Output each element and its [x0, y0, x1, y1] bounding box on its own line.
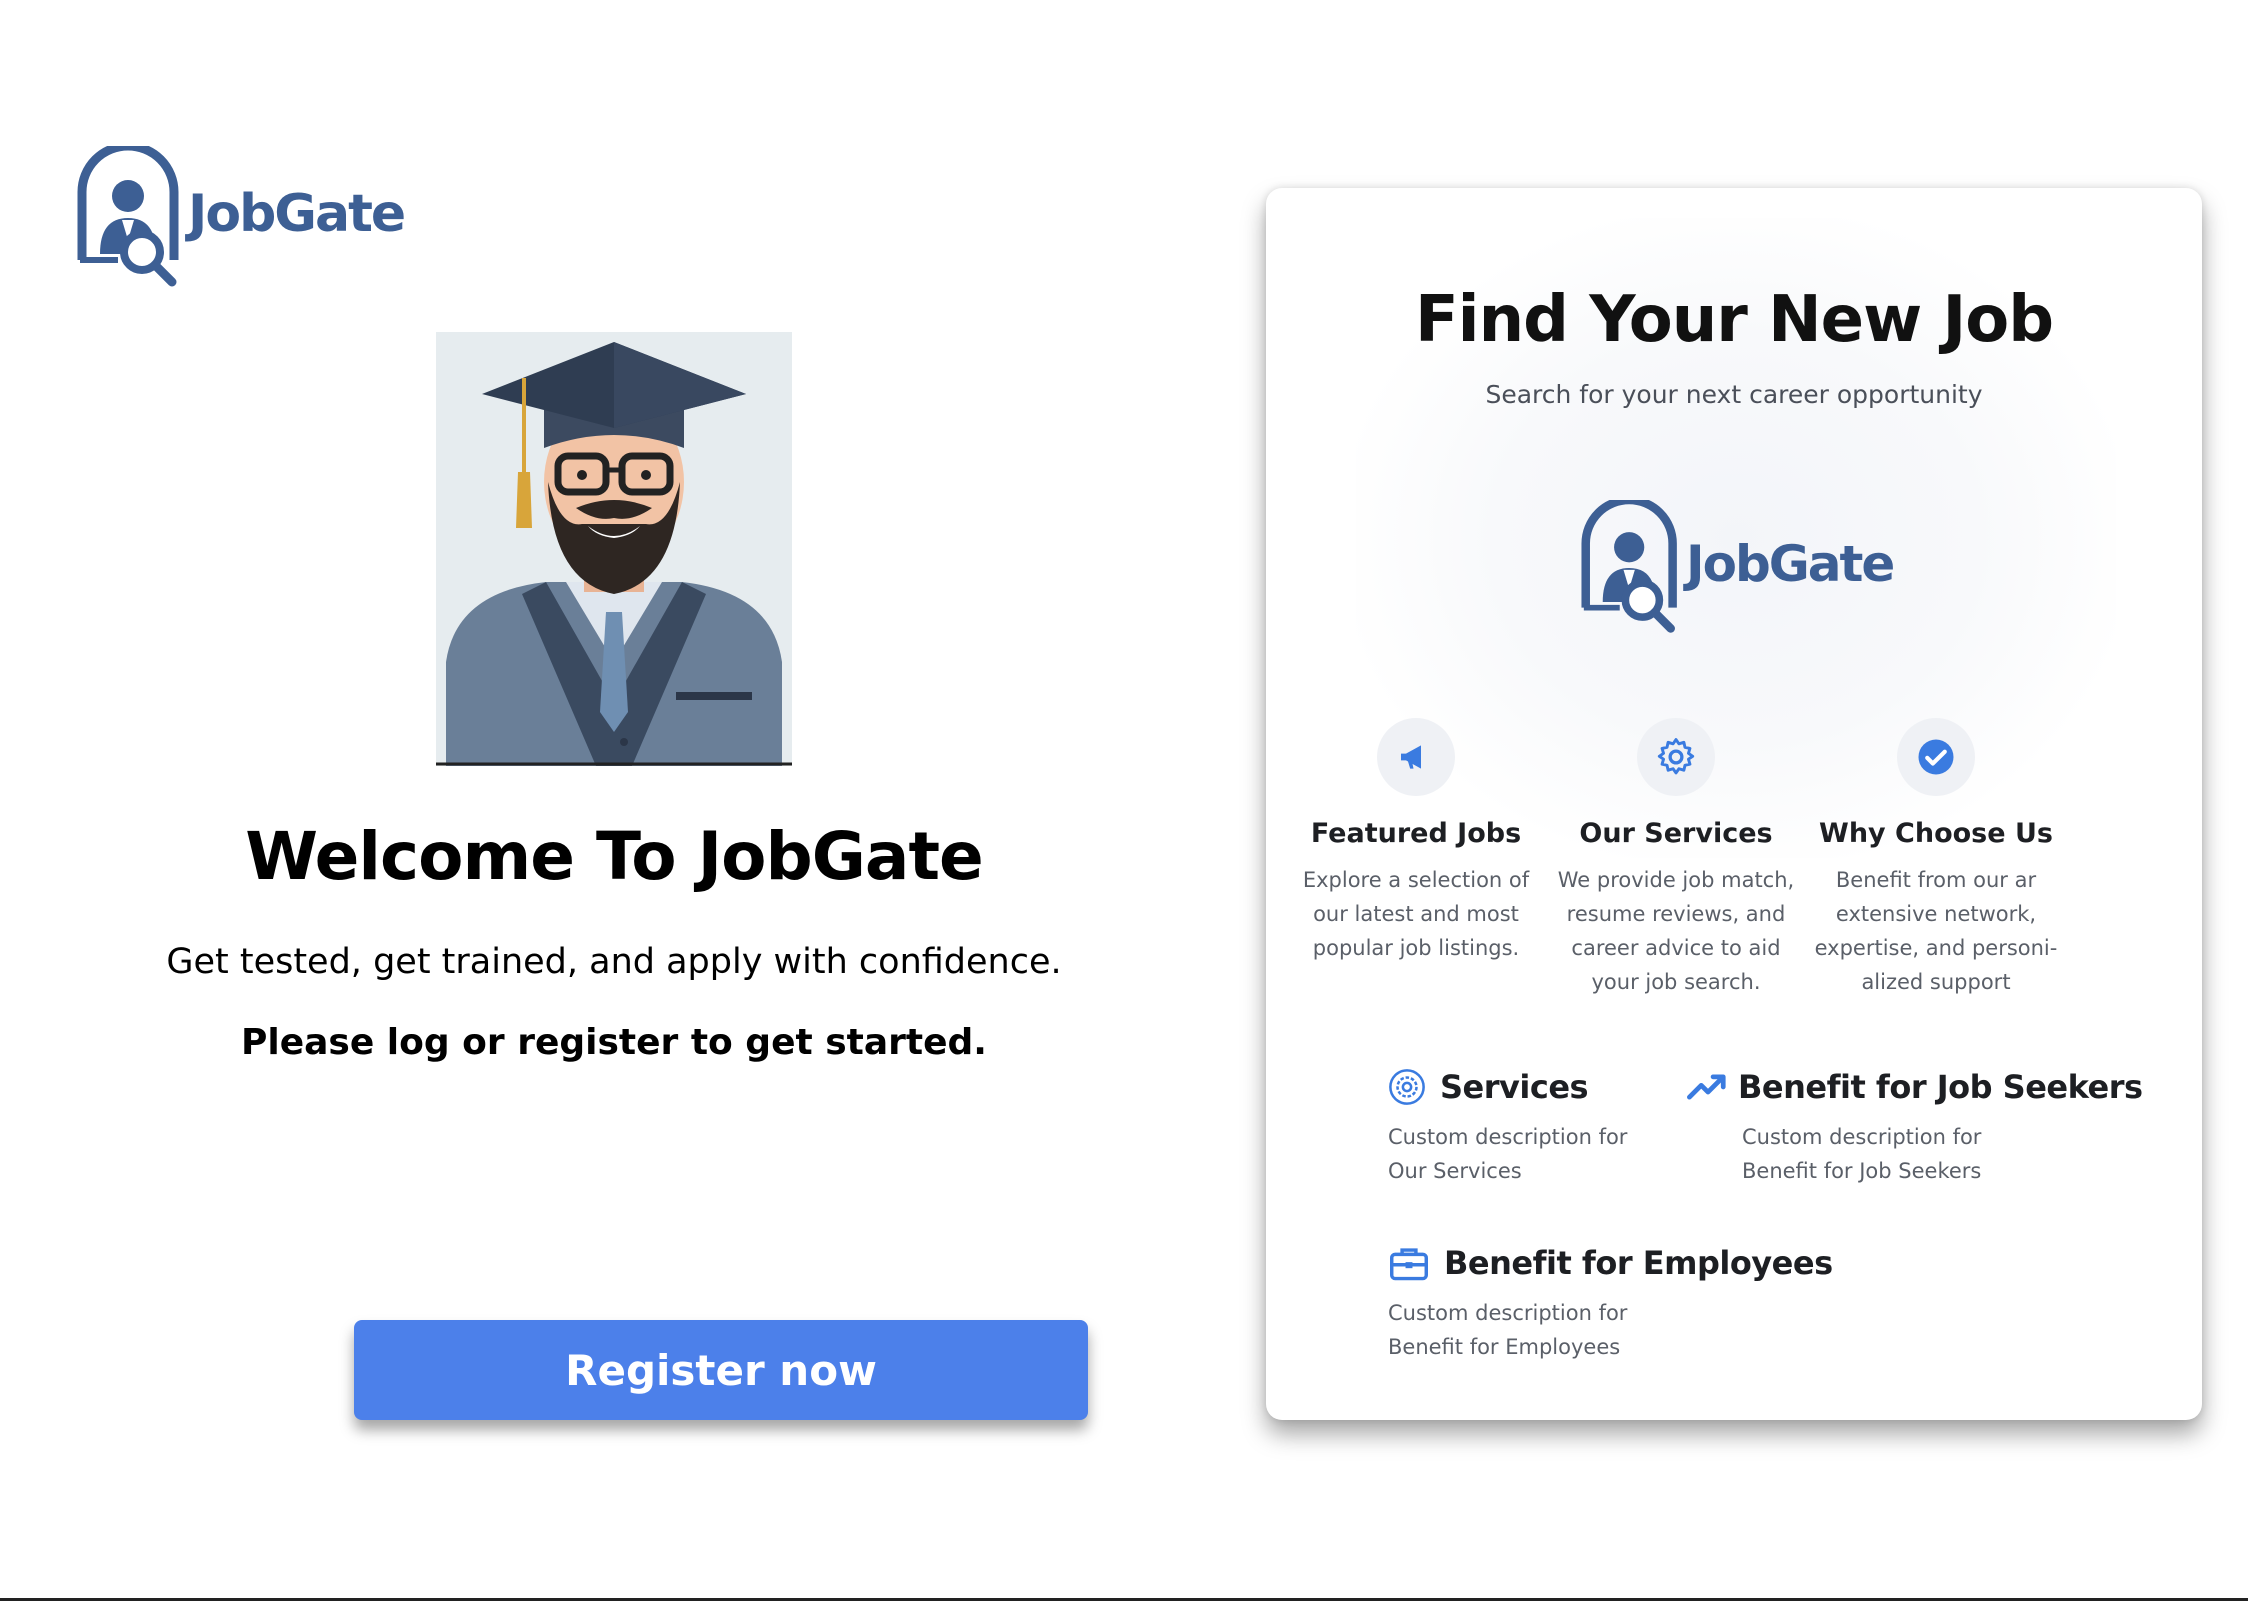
feature-title: Our Services: [1579, 818, 1773, 849]
card-subtitle: Search for your next career opportunity: [1485, 380, 1983, 409]
feature-title: Why Choose Us: [1819, 818, 2053, 849]
welcome-subtitle: Get tested, get trained, and apply with …: [166, 942, 1062, 982]
feature-title: Featured Jobs: [1310, 818, 1522, 849]
benefit-description: Custom description for Our Services: [1388, 1125, 1628, 1183]
gear-circle-icon: [1389, 1069, 1425, 1105]
feature-description: Benefit from our ar extensive network, e…: [1814, 868, 2058, 994]
trending-up-icon: [1687, 1074, 1726, 1100]
benefit-job-seekers: Benefit for Job Seekers Custom descripti…: [1686, 1068, 2143, 1188]
jobgate-logo-icon: [1581, 500, 1677, 633]
welcome-cta-text: Please log or register to get started.: [241, 1022, 987, 1063]
feature-why-choose-us: Why Choose Us Benefit from our ar extens…: [1806, 718, 2066, 999]
page-bottom-border: [0, 1598, 2248, 1601]
benefit-description: Custom description for Benefit for Emplo…: [1388, 1301, 1628, 1359]
feature-featured-jobs: Featured Jobs Explore a selection of our…: [1286, 718, 1546, 965]
job-info-card: Find Your New Job Search for your next c…: [1266, 188, 2202, 1420]
feature-description: Explore a selection of our latest and mo…: [1302, 868, 1530, 960]
brand-name: JobGate: [188, 184, 406, 244]
card-title: Find Your New Job: [1414, 283, 2054, 357]
benefit-services: Services Custom description for Our Serv…: [1388, 1068, 1648, 1188]
jobgate-logo-icon: [77, 146, 179, 287]
briefcase-icon: [1390, 1248, 1428, 1281]
card-logo-text: JobGate: [1686, 535, 1895, 593]
benefit-title: Benefit for Job Seekers: [1738, 1068, 2143, 1106]
check-circle-icon: [1897, 718, 1975, 796]
gear-icon: [1637, 718, 1715, 796]
feature-description: We provide job match, resume reviews, an…: [1557, 868, 1795, 994]
benefit-description: Custom description for Benefit for Job S…: [1742, 1125, 1982, 1183]
feature-our-services: Our Services We provide job match, resum…: [1546, 718, 1806, 999]
card-logo: JobGate: [1580, 498, 1920, 638]
benefit-title: Benefit for Employees: [1444, 1244, 1833, 1282]
brand-logo[interactable]: JobGate: [76, 146, 406, 290]
graduate-avatar-image: [436, 332, 792, 766]
benefit-title: Services: [1440, 1068, 1589, 1106]
megaphone-icon: [1377, 718, 1455, 796]
welcome-title: Welcome To JobGate: [245, 818, 984, 895]
register-now-button[interactable]: Register now: [354, 1320, 1088, 1420]
benefit-employees: Benefit for Employees Custom description…: [1388, 1244, 1833, 1364]
